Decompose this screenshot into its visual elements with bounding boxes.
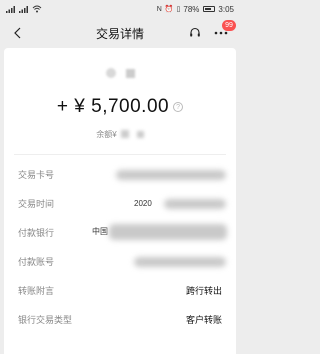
detail-row-account: 付款账号 [4, 247, 236, 276]
battery-icon [203, 6, 216, 12]
time-redacted [164, 199, 226, 209]
clock: 3:05 [218, 4, 234, 14]
balance-label: 余额¥ [96, 129, 117, 139]
detail-row-card-number: 交易卡号 [4, 160, 236, 189]
transaction-card: + ¥ 5,700.00 ? 余额¥ 交易卡号 交易时间 2020 付款银行 中… [4, 48, 236, 354]
page-title: 交易详情 [95, 26, 144, 41]
payer-bank: 中国 [92, 227, 108, 236]
signal-icon-2 [19, 5, 28, 13]
balance-row: 余额¥ [4, 128, 236, 140]
back-button[interactable] [8, 24, 26, 42]
account-redacted [134, 257, 226, 267]
detail-label: 转账附言 [18, 286, 55, 296]
notification-badge: 99 [222, 20, 236, 31]
detail-label: 付款银行 [18, 228, 55, 238]
divider [14, 154, 226, 155]
alarm-icon: ⏰ [164, 6, 174, 13]
amount-row: + ¥ 5,700.00 ? [4, 94, 236, 120]
help-icon[interactable]: ? [173, 102, 184, 112]
avatar [105, 68, 116, 78]
balance-redacted-2 [136, 130, 144, 138]
battery-percent: 78% [183, 4, 200, 14]
bank-redacted [109, 224, 227, 240]
status-bar: N ⏰ ▯ 78% 3:05 [0, 0, 240, 18]
status-right: N ⏰ ▯ 78% 3:05 [157, 5, 234, 14]
transaction-amount: + ¥ 5,700.00 [56, 96, 170, 117]
wifi-icon [32, 5, 42, 13]
nav-bar: 交易详情 99 [0, 18, 240, 48]
detail-label: 银行交易类型 [18, 315, 73, 325]
detail-label: 交易时间 [18, 199, 55, 209]
signal-icon [6, 5, 15, 13]
headset-icon [190, 27, 200, 37]
balance-redacted [120, 130, 129, 138]
detail-row-remark: 转账附言 跨行转出 [4, 276, 236, 305]
nfc-icon: N [156, 5, 162, 13]
payer-name-redacted [125, 68, 135, 78]
payer-info [4, 66, 236, 80]
vibrate-icon: ▯ [176, 6, 181, 13]
detail-row-type: 银行交易类型 客户转账 [4, 305, 236, 334]
customer-service-button[interactable] [186, 24, 204, 42]
detail-row-time: 交易时间 2020 [4, 189, 236, 218]
detail-label: 付款账号 [18, 257, 55, 267]
detail-row-bank: 付款银行 中国 [4, 218, 236, 247]
transfer-remark: 跨行转出 [185, 286, 222, 296]
detail-list: 交易卡号 交易时间 2020 付款银行 中国 付款账号 转账附言 跨行转出 银行… [4, 160, 236, 334]
status-left [6, 5, 42, 13]
chevron-left-icon [14, 27, 21, 39]
card-number-redacted [116, 170, 226, 180]
more-dots-icon [214, 31, 228, 35]
detail-label: 交易卡号 [18, 170, 55, 180]
bank-transaction-type: 客户转账 [185, 315, 222, 325]
transaction-time: 2020 [134, 199, 152, 208]
